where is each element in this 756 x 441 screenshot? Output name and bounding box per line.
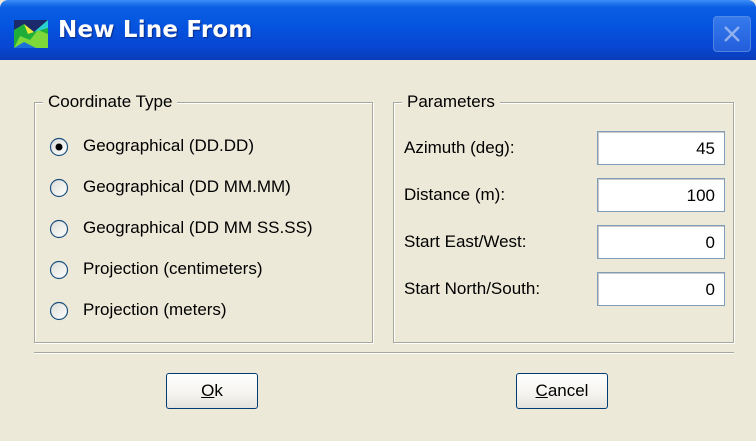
radio-label: Geographical (DD MM.MM) xyxy=(83,177,291,196)
start-east-west-input[interactable]: 0 xyxy=(597,225,725,259)
start-east-west-label: Start East/West: xyxy=(404,232,527,251)
title-bar[interactable]: New Line From xyxy=(0,0,756,60)
cancel-button[interactable]: Cancel xyxy=(516,373,608,409)
terrain-map-icon xyxy=(14,20,48,48)
close-icon xyxy=(724,26,740,42)
radio-label: Projection (centimeters) xyxy=(83,259,263,278)
distance-label: Distance (m): xyxy=(404,185,506,204)
radio-unselected-icon[interactable] xyxy=(49,178,69,198)
close-button[interactable] xyxy=(713,16,751,52)
start-north-south-label: Start North/South: xyxy=(404,279,541,298)
ok-label: k xyxy=(214,381,223,400)
parameters-group: Parameters Azimuth (deg): 45 Distance (m… xyxy=(393,90,734,343)
parameters-label: Parameters xyxy=(402,90,500,114)
azimuth-input[interactable]: 45 xyxy=(597,131,725,165)
ok-mnemonic: O xyxy=(201,381,215,400)
azimuth-label: Azimuth (deg): xyxy=(404,138,515,157)
cancel-label: ancel xyxy=(547,381,589,400)
coordinate-type-label: Coordinate Type xyxy=(43,90,178,114)
radio-label: Geographical (DD.DD) xyxy=(83,136,254,155)
cancel-mnemonic: C xyxy=(535,381,548,400)
radio-label: Geographical (DD MM SS.SS) xyxy=(83,218,313,237)
radio-unselected-icon[interactable] xyxy=(49,301,69,321)
new-line-from-dialog: New Line From Coordinate Type Geographic… xyxy=(0,0,756,441)
dialog-title: New Line From xyxy=(58,17,253,43)
radio-label: Projection (meters) xyxy=(83,300,227,319)
ok-button[interactable]: Ok xyxy=(166,373,258,409)
separator xyxy=(34,352,734,354)
radio-selected-icon[interactable] xyxy=(49,137,69,157)
radio-unselected-icon[interactable] xyxy=(49,219,69,239)
radio-unselected-icon[interactable] xyxy=(49,260,69,280)
start-north-south-input[interactable]: 0 xyxy=(597,272,725,306)
coordinate-type-group: Coordinate Type Geographical (DD.DD) Geo… xyxy=(34,90,373,343)
distance-input[interactable]: 100 xyxy=(597,178,725,212)
